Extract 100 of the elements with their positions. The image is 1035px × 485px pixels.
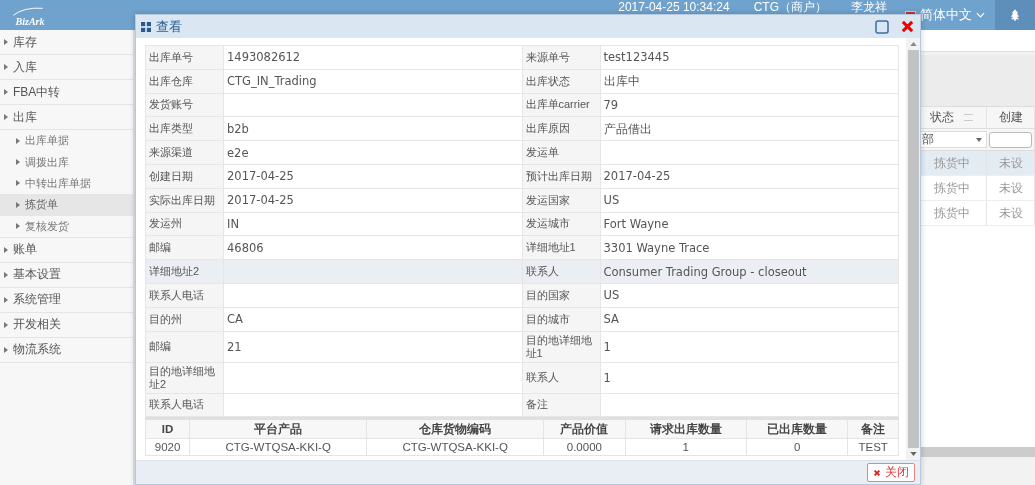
column-header: 请求出库数量	[625, 418, 747, 439]
submenu-item[interactable]: 中转出库单据	[0, 172, 133, 195]
submenu-item[interactable]: 调拨出库	[0, 151, 133, 173]
menu-item[interactable]: 账单	[0, 237, 133, 263]
field-value: 1493082612	[223, 45, 522, 70]
field-value: 2017-04-25	[600, 164, 899, 189]
field-value: 2017-04-25	[223, 164, 522, 189]
close-button[interactable]: 关闭	[867, 463, 915, 482]
caret-icon	[4, 296, 8, 303]
field-value: CTG_IN_Trading	[223, 69, 522, 94]
caret-icon	[16, 223, 20, 230]
table-cell: 0.0000	[543, 438, 626, 456]
column-header: 仓库货物编码	[366, 418, 544, 439]
caret-icon	[4, 246, 8, 253]
caret-icon	[4, 114, 8, 120]
field-label: 联系人电话	[145, 283, 224, 308]
menu-item[interactable]: 基本设置	[0, 262, 133, 288]
caret-icon	[4, 89, 8, 95]
caret-icon	[16, 137, 20, 144]
field-label: 发货账号	[145, 93, 224, 117]
field-value: 产品借出	[600, 116, 899, 141]
caret-icon	[4, 64, 8, 70]
field-label: 联系人电话	[145, 393, 224, 417]
table-cell: 0	[746, 438, 848, 456]
field-value: 1	[600, 331, 899, 363]
column-header: 产品价值	[543, 418, 626, 439]
dialog-title: 查看	[156, 17, 182, 36]
field-value: 2017-04-25	[223, 188, 522, 213]
submenu-item[interactable]: 出库单据	[0, 130, 133, 152]
menu-item[interactable]: 库存	[0, 30, 133, 55]
field-label: 出库仓库	[145, 69, 224, 94]
column-header: ID	[145, 418, 190, 439]
field-label: 出库类型	[145, 116, 224, 141]
grid-icon	[141, 21, 151, 32]
submenu-item[interactable]: 拣货单	[0, 194, 133, 216]
vertical-scrollbar[interactable]	[906, 38, 920, 460]
column-header: 平台产品	[189, 418, 367, 439]
field-value: US	[600, 188, 899, 213]
table-cell: 9020	[145, 438, 190, 456]
field-value: 出库中	[600, 69, 899, 94]
field-label: 创建日期	[145, 164, 224, 189]
scroll-down-icon[interactable]	[909, 452, 917, 456]
scroll-up-icon[interactable]	[909, 42, 917, 46]
chevron-icon	[976, 12, 985, 18]
caret-icon	[16, 180, 20, 187]
column-header: 已出库数量	[746, 418, 848, 439]
field-label: 目的州	[145, 307, 224, 332]
field-label: 联系人	[522, 362, 600, 394]
field-label: 实际出库日期	[145, 188, 224, 213]
caret-icon	[4, 271, 8, 278]
field-label: 出库单号	[145, 45, 224, 70]
table-cell: 1	[625, 438, 747, 456]
caret-icon	[16, 201, 20, 208]
menu-item[interactable]: 物流系统	[0, 337, 133, 363]
menu-item[interactable]: 出库	[0, 105, 133, 130]
caret-icon	[4, 346, 8, 353]
field-value: e2e	[223, 140, 522, 165]
close-icon	[873, 468, 881, 477]
field-value: SA	[600, 307, 899, 332]
caret-icon	[4, 321, 8, 328]
field-label: 来源渠道	[145, 140, 224, 165]
field-value: 46806	[223, 235, 522, 260]
field-value: 1	[600, 362, 899, 394]
field-label: 来源单号	[522, 45, 600, 70]
menu-item[interactable]: FBA中转	[0, 80, 133, 105]
caret-icon	[4, 39, 8, 45]
menu-icon	[964, 114, 973, 121]
submenu-item[interactable]: 复核发货	[0, 215, 133, 237]
field-value: Consumer Trading Group - closeout	[600, 259, 899, 284]
table-cell: TEST	[847, 438, 899, 456]
field-value: 21	[223, 331, 522, 363]
date-time: 2017-04-25 10:34:24	[617, 0, 731, 13]
caret-icon	[16, 159, 20, 166]
field-value: b2b	[223, 116, 522, 141]
field-value: 3301 Wayne Trace	[600, 235, 899, 260]
menu-item[interactable]: 入库	[0, 55, 133, 80]
menu-item[interactable]: 开发相关	[0, 312, 133, 338]
menu-item[interactable]: 系统管理	[0, 287, 133, 313]
field-value: IN	[223, 212, 522, 236]
column-header: 备注	[847, 418, 899, 439]
close-icon[interactable]	[901, 20, 914, 33]
field-value: 79	[600, 93, 899, 117]
dropdown-caret-icon	[976, 137, 982, 142]
field-label: 目的地详细地址1	[522, 331, 600, 363]
field-value: Fort Wayne	[600, 212, 899, 236]
column-header[interactable]: 创建	[987, 107, 1035, 128]
field-label: 邮编	[145, 235, 224, 260]
field-label: 发运州	[145, 212, 224, 236]
tree-button[interactable]	[995, 0, 1035, 30]
maximize-icon[interactable]	[875, 19, 889, 34]
field-value: US	[600, 283, 899, 308]
field-value: CA	[223, 307, 522, 332]
logo: BizArk	[0, 0, 60, 30]
field-label: 目的地详细地址2	[145, 362, 224, 394]
tree-icon	[1010, 9, 1020, 21]
table-cell: CTG-WTQSA-KKI-Q	[189, 438, 367, 456]
filter-field[interactable]	[989, 131, 1032, 148]
table-cell: CTG-WTQSA-KKI-Q	[366, 438, 544, 456]
field-value: test123445	[600, 45, 899, 70]
field-label: 邮编	[145, 331, 224, 363]
